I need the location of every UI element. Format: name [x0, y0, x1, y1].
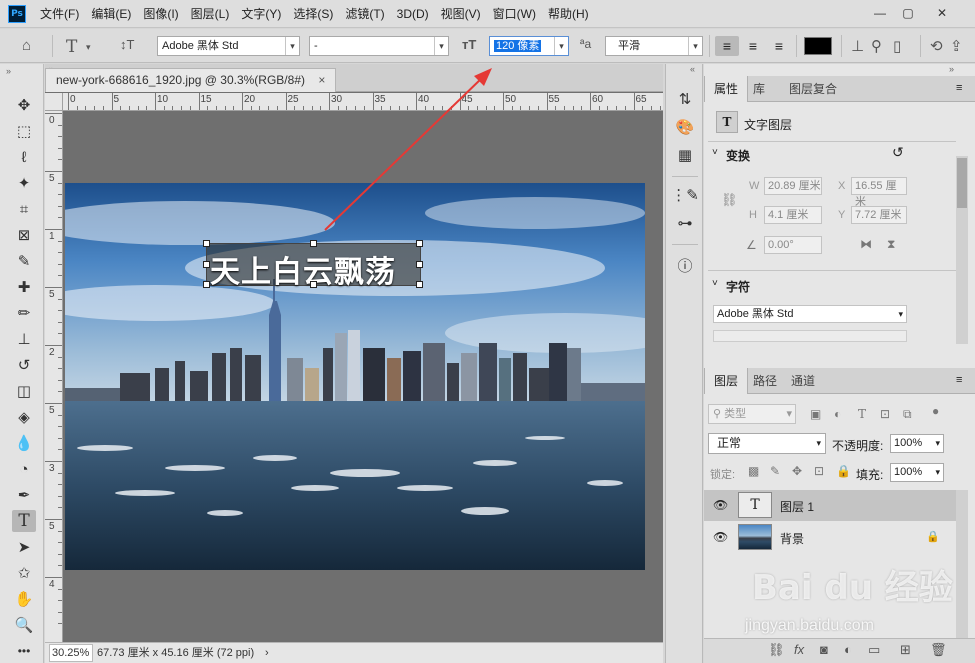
- text-layer-thumbnail: T: [738, 492, 772, 518]
- tab-paths[interactable]: 路径: [744, 368, 786, 394]
- collapse-right-icon[interactable]: »: [949, 64, 954, 74]
- zoom-level-field[interactable]: 30.25%: [49, 644, 93, 662]
- visibility-eye-icon[interactable]: 👁: [713, 498, 728, 512]
- height-field[interactable]: 4.1 厘米: [764, 206, 822, 224]
- panel-menu-icon[interactable]: ≡: [956, 82, 962, 94]
- transform-section-title: 变换: [726, 149, 751, 163]
- adjustment-icon[interactable]: ◐: [844, 642, 852, 657]
- divider: [708, 270, 956, 271]
- flip-horizontal-icon[interactable]: ⧓: [860, 237, 872, 251]
- filter-toggle-icon[interactable]: ●: [932, 404, 939, 418]
- layer-filter-select[interactable]: ⚲ 类型 ▾: [708, 404, 796, 424]
- y-field[interactable]: 7.72 厘米: [851, 206, 907, 224]
- layers-scrollbar[interactable]: [956, 490, 968, 638]
- swatches-icon[interactable]: ▦: [674, 144, 696, 166]
- panel-menu-icon[interactable]: ≡: [956, 374, 962, 386]
- lock-label: 锁定:: [710, 469, 736, 481]
- link-dimensions-icon[interactable]: ⛓: [721, 192, 738, 208]
- angle-field[interactable]: 0.00°: [764, 236, 822, 254]
- panel-icons-column: « ⇅ 🎨 ▦ ⋮✎ ⊶ ⓘ: [665, 64, 703, 663]
- link-icon[interactable]: ⛓: [768, 642, 785, 658]
- flip-vertical-icon[interactable]: ⧗: [887, 237, 895, 252]
- width-label: W: [749, 180, 760, 192]
- tab-properties[interactable]: 属性: [704, 76, 749, 102]
- blend-mode-select[interactable]: 正常 ▾: [708, 433, 826, 454]
- visibility-eye-icon[interactable]: 👁: [713, 530, 728, 544]
- layer-row-background[interactable]: 👁 背景 🔒: [704, 522, 956, 553]
- background-layer-thumbnail: [738, 524, 772, 550]
- layer-name[interactable]: 背景: [780, 530, 804, 547]
- trash-icon[interactable]: 🗑: [930, 642, 947, 658]
- lock-icon: 🔒: [926, 531, 940, 543]
- x-label: X: [838, 180, 846, 192]
- new-layer-icon[interactable]: ⊞: [900, 642, 911, 658]
- mask-icon[interactable]: ◙: [820, 642, 828, 657]
- lock-position-icon[interactable]: ✥: [792, 464, 802, 478]
- chevron-down-icon[interactable]: ˅: [712, 147, 718, 158]
- divider: [672, 176, 698, 177]
- lock-pixels-icon[interactable]: ✎: [770, 464, 780, 478]
- layer-row-text[interactable]: 👁 T 图层 1: [704, 490, 956, 521]
- history-icon[interactable]: ⇅: [674, 88, 696, 110]
- divider: [672, 244, 698, 245]
- fill-label: 填充:: [856, 468, 884, 482]
- properties-tabs: 属性 库 图层复合 ≡: [704, 76, 975, 102]
- layers-tabs: 图层 路径 通道 ≡: [704, 368, 975, 394]
- adjustment-filter-icon[interactable]: ◐: [834, 407, 841, 421]
- document-size: 67.73 厘米 x 45.16 厘米 (72 ppi): [97, 647, 255, 659]
- character-section-title: 字符: [726, 280, 751, 294]
- y-label: Y: [838, 209, 846, 221]
- height-label: H: [749, 209, 757, 221]
- tab-channels[interactable]: 通道: [782, 368, 824, 394]
- angle-icon: ∠: [746, 238, 757, 252]
- chevron-down-icon[interactable]: ˅: [712, 278, 718, 289]
- fx-icon[interactable]: fx: [794, 642, 804, 657]
- tab-libraries[interactable]: 库: [744, 76, 774, 102]
- divider: [708, 141, 956, 142]
- character-font-select[interactable]: Adobe 黑体 Std ▾: [713, 305, 907, 323]
- color-icon[interactable]: 🎨: [674, 116, 696, 138]
- type-filter-icon[interactable]: T: [858, 407, 866, 421]
- baidu-watermark-url: jingyan.baidu.com: [745, 617, 874, 634]
- tab-layers[interactable]: 图层: [704, 368, 749, 394]
- image-filter-icon[interactable]: ▣: [810, 407, 821, 421]
- fill-field[interactable]: 100% ▾: [890, 463, 944, 482]
- smart-object-filter-icon[interactable]: ⧉: [903, 407, 912, 422]
- info-icon[interactable]: ⓘ: [674, 254, 696, 276]
- text-layer-icon: T: [716, 111, 738, 133]
- folder-icon[interactable]: ▭: [868, 642, 880, 658]
- brush-settings-icon[interactable]: ⋮✎: [671, 184, 699, 206]
- opacity-label: 不透明度:: [832, 439, 884, 453]
- status-menu-arrow[interactable]: ›: [265, 643, 269, 663]
- opacity-field[interactable]: 100% ▾: [890, 434, 944, 453]
- scrollbar-thumb[interactable]: [957, 158, 967, 208]
- reset-transform-icon[interactable]: ↺: [892, 144, 904, 161]
- layer-name[interactable]: 图层 1: [780, 498, 814, 515]
- layers-footer: ⛓ fx ◙ ◐ ▭ ⊞ 🗑: [704, 638, 975, 663]
- layer-type-label: 文字图层: [744, 118, 793, 132]
- lock-artboard-icon[interactable]: ⊡: [814, 464, 824, 478]
- baidu-watermark-logo: Bai du 经验: [752, 568, 953, 608]
- character-field-partial[interactable]: [713, 330, 907, 342]
- status-bar: 30.25% 67.73 厘米 x 45.16 厘米 (72 ppi) ›: [45, 642, 663, 663]
- lock-all-icon[interactable]: 🔒: [836, 464, 851, 478]
- shape-filter-icon[interactable]: ⊡: [880, 407, 890, 421]
- tab-layer-comps[interactable]: 图层复合: [780, 76, 846, 102]
- collapse-icon[interactable]: «: [690, 64, 695, 74]
- adjustments-icon[interactable]: ⊶: [674, 212, 696, 234]
- width-field[interactable]: 20.89 厘米: [764, 177, 822, 195]
- x-field[interactable]: 16.55 厘米: [851, 177, 907, 208]
- lock-transparency-icon[interactable]: ▩: [748, 464, 759, 478]
